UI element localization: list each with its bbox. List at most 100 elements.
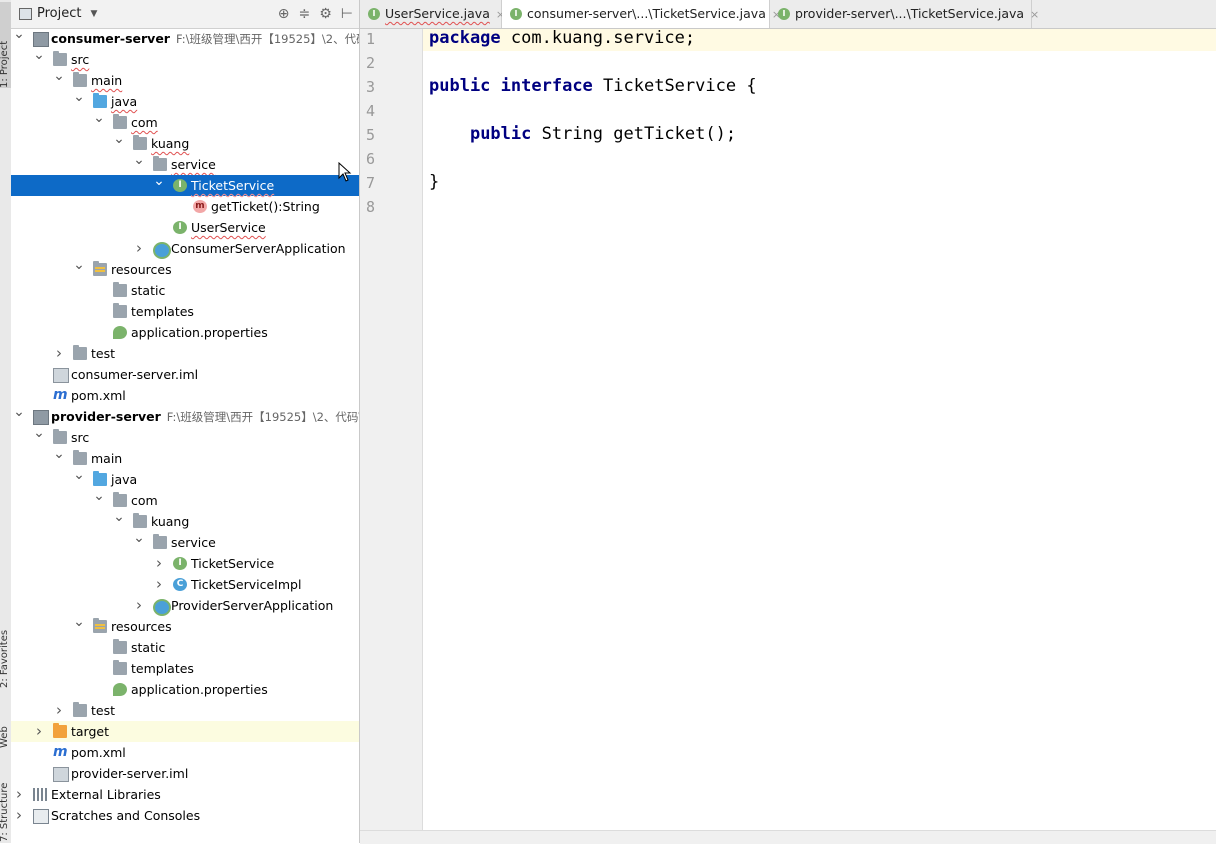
tree-item[interactable]: m pom.xml	[11, 742, 359, 763]
tree-item[interactable]: I UserService	[11, 217, 359, 238]
tree-item-label: main	[91, 73, 123, 88]
line-number: 4	[366, 102, 376, 120]
chevron-right-icon[interactable]: ›	[33, 721, 45, 742]
chevron-right-icon[interactable]: ›	[153, 553, 165, 574]
project-tool-tab[interactable]: 1: Project	[0, 2, 11, 88]
locate-icon[interactable]: ⊕	[278, 6, 290, 22]
chevron-down-icon[interactable]: ⌄	[133, 528, 145, 549]
maven-icon: m	[53, 744, 68, 760]
tree-item[interactable]: › I TicketService	[11, 553, 359, 574]
tree-item[interactable]: › External Libraries	[11, 784, 359, 805]
editor-tab[interactable]: Iprovider-server\...\TicketService.java ×	[770, 0, 1039, 28]
editor-tab[interactable]: Iconsumer-server\...\TicketService.java ×	[502, 0, 781, 28]
tree-item-label: consumer-server	[51, 31, 170, 46]
tree-item[interactable]: application.properties	[11, 679, 359, 700]
chevron-down-icon[interactable]: ⌄	[73, 465, 85, 486]
tree-item-label: com	[131, 115, 158, 130]
tree-item-label: main	[91, 451, 123, 466]
chevron-down-icon[interactable]: ⌄	[73, 255, 85, 276]
tree-item[interactable]: › target	[11, 721, 359, 742]
tree-item-label: resources	[111, 619, 172, 634]
tree-item[interactable]: ⌄ service	[11, 530, 359, 553]
hide-icon[interactable]: ⊢	[341, 6, 353, 22]
code-line[interactable]: }	[429, 172, 439, 192]
editor-tab-bar: I UserService.java × Iconsumer-server\...\T…	[360, 0, 1216, 29]
line-number: 2	[366, 54, 376, 72]
tree-item[interactable]: ⌄ I TicketService	[11, 173, 359, 196]
tree-item[interactable]: m pom.xml	[11, 385, 359, 406]
tree-item-label: service	[171, 157, 216, 172]
tree-item[interactable]: ⌄ main	[11, 446, 359, 469]
collapse-icon[interactable]: ≑	[299, 6, 311, 22]
chevron-right-icon[interactable]: ›	[53, 343, 65, 364]
tree-item[interactable]: › C TicketServiceImpl	[11, 574, 359, 595]
tree-item[interactable]: provider-server.iml	[11, 763, 359, 784]
chevron-down-icon[interactable]: ⌄	[53, 444, 65, 465]
tree-item[interactable]: static	[11, 280, 359, 301]
chevron-right-icon[interactable]: ›	[13, 805, 25, 826]
tree-item[interactable]: consumer-server.iml	[11, 364, 359, 385]
tree-item[interactable]: static	[11, 637, 359, 658]
iml-file-icon	[53, 767, 69, 782]
code-token: com.kuang.service;	[500, 28, 696, 48]
chevron-down-icon[interactable]: ⌄	[13, 24, 25, 45]
web-tool-tab[interactable]: Web	[0, 700, 11, 748]
tree-item[interactable]: ⌄ java	[11, 467, 359, 490]
spring-boot-app-icon	[153, 599, 171, 616]
chevron-right-icon[interactable]: ›	[153, 574, 165, 595]
chevron-down-icon[interactable]: ⌄	[113, 507, 125, 528]
chevron-right-icon[interactable]: ›	[133, 238, 145, 259]
code-line[interactable]: package com.kuang.service;	[429, 28, 695, 48]
chevron-right-icon[interactable]: ›	[13, 784, 25, 805]
chevron-down-icon[interactable]: ⌄	[113, 129, 125, 150]
tree-item[interactable]: m getTicket():String	[11, 196, 359, 217]
tree-item[interactable]: ⌄ resources	[11, 257, 359, 280]
tree-item[interactable]: templates	[11, 301, 359, 322]
scratches-icon	[33, 809, 49, 824]
tree-item[interactable]: ⌄ main	[11, 68, 359, 91]
chevron-down-icon[interactable]: ⌄	[73, 87, 85, 108]
tree-item-label: getTicket():String	[211, 199, 320, 214]
chevron-down-icon[interactable]: ⌄	[53, 66, 65, 87]
tree-item[interactable]: ⌄ java	[11, 89, 359, 112]
tree-item[interactable]: ⌄ consumer-server F:\班级管理\西开【19525】\2、代码	[11, 26, 359, 49]
tree-item[interactable]: › Scratches and Consoles	[11, 805, 359, 826]
chevron-down-icon[interactable]: ⌄	[13, 402, 25, 423]
tree-item[interactable]: ⌄ com	[11, 110, 359, 133]
code-line[interactable]: public String getTicket();	[429, 124, 736, 144]
tree-item[interactable]: › ConsumerServerApplication	[11, 238, 359, 259]
chevron-down-icon[interactable]: ⌄	[33, 423, 45, 444]
tree-item[interactable]: › ProviderServerApplication	[11, 595, 359, 616]
keyword-token: interface	[500, 76, 593, 96]
tree-item[interactable]: ⌄ kuang	[11, 509, 359, 532]
gear-icon[interactable]: ⚙	[319, 6, 332, 22]
tree-item[interactable]: ⌄ resources	[11, 614, 359, 637]
favorites-tool-tab[interactable]: 2: Favorites	[0, 598, 11, 688]
tree-item[interactable]: ⌄ com	[11, 488, 359, 511]
editor-tab[interactable]: I UserService.java ×	[360, 0, 505, 28]
horizontal-scrollbar[interactable]	[360, 830, 1216, 844]
chevron-down-icon[interactable]: ⌄	[33, 45, 45, 66]
iml-file-icon	[53, 368, 69, 383]
project-view-selector[interactable]: Project ▼	[19, 6, 97, 21]
code-line[interactable]: public interface TicketService {	[429, 76, 757, 96]
tree-item[interactable]: › test	[11, 700, 359, 721]
tree-item[interactable]: templates	[11, 658, 359, 679]
tree-item[interactable]: ⌄ service	[11, 152, 359, 175]
chevron-down-icon[interactable]: ⌄	[93, 108, 105, 129]
tree-item[interactable]: ⌄ provider-server F:\班级管理\西开【19525】\2、代码\s	[11, 404, 359, 427]
chevron-right-icon[interactable]: ›	[133, 595, 145, 616]
tree-item-label: com	[131, 493, 158, 508]
libraries-icon	[33, 788, 47, 801]
tree-item-label: src	[71, 430, 90, 445]
chevron-down-icon[interactable]: ⌄	[93, 486, 105, 507]
chevron-right-icon[interactable]: ›	[53, 700, 65, 721]
tree-item[interactable]: › test	[11, 343, 359, 364]
tree-item[interactable]: ⌄ kuang	[11, 131, 359, 154]
chevron-down-icon[interactable]: ⌄	[133, 150, 145, 171]
tree-item[interactable]: application.properties	[11, 322, 359, 343]
structure-tool-tab[interactable]: 7: Structure	[0, 758, 11, 842]
chevron-down-icon[interactable]: ⌄	[73, 612, 85, 633]
chevron-down-icon[interactable]: ⌄	[153, 171, 165, 192]
close-icon[interactable]: ×	[1030, 8, 1039, 21]
